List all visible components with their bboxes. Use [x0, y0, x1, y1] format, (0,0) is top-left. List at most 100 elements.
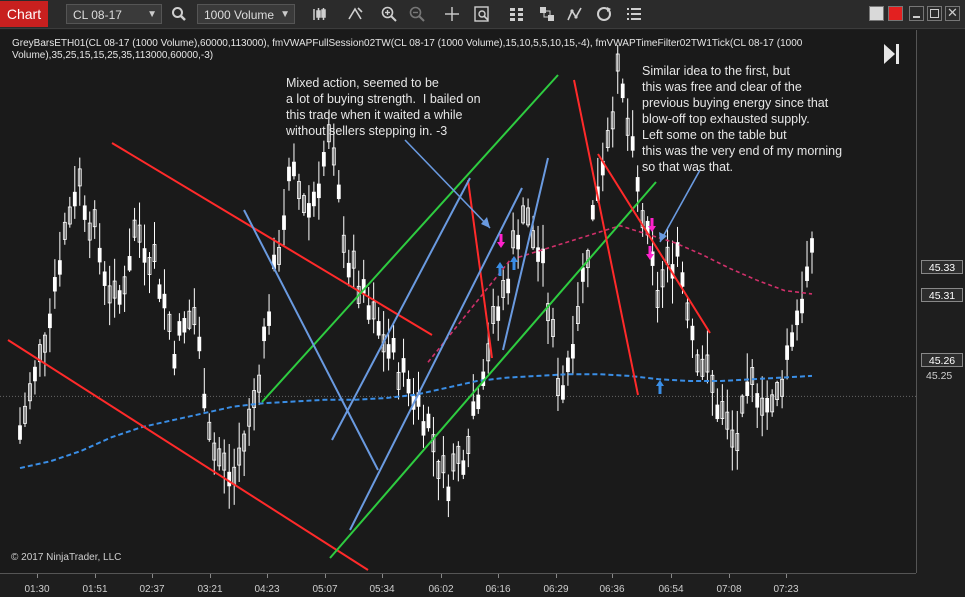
price-bar: [715, 404, 720, 420]
crosshair-icon[interactable]: [443, 5, 461, 23]
annotation-first-trade: Mixed action, seemed to be a lot of buyi…: [286, 76, 481, 138]
minimize-color-swatch-icon[interactable]: [869, 6, 884, 21]
minimize-button[interactable]: [909, 6, 924, 21]
time-tick-mark: [729, 574, 730, 578]
price-bar: [172, 353, 177, 369]
price-bar: [282, 215, 286, 230]
data-series-icon[interactable]: [346, 5, 364, 23]
time-tick-label: 05:34: [369, 584, 395, 595]
price-bar: [745, 381, 750, 397]
magnify-plus-icon[interactable]: [380, 5, 398, 23]
time-tick-mark: [37, 574, 38, 578]
trendline-red: [111, 142, 433, 336]
annotation-pointer-line: [404, 139, 491, 229]
refresh-icon[interactable]: [595, 5, 613, 23]
link-color-icon[interactable]: [888, 6, 903, 21]
chevron-down-icon: ▼: [280, 9, 290, 20]
price-bar: [177, 321, 182, 336]
time-tick-label: 07:23: [773, 584, 799, 595]
price-axis[interactable]: 45.33 45.31 45.26 45.25: [916, 30, 965, 573]
time-axis[interactable]: 01:30 01:51 02:37 03:21 04:23 05:07 05:34 06:02…: [0, 573, 916, 597]
price-bar: [506, 278, 511, 294]
time-tick-mark: [671, 574, 672, 578]
price-label-vwap-full: 45.26: [921, 353, 963, 367]
price-bar: [47, 313, 52, 329]
time-tick-label: 06:29: [543, 584, 569, 595]
price-bar: [421, 421, 426, 436]
strategies-icon[interactable]: [538, 5, 556, 23]
trendline-blue: [349, 187, 523, 531]
trendline-red: [467, 179, 493, 359]
price-bar: [142, 248, 147, 263]
time-tick-mark: [441, 574, 442, 578]
price-bar: [426, 413, 431, 429]
price-bar: [650, 251, 655, 266]
skip-to-end-icon[interactable]: [881, 42, 903, 66]
price-bar: [790, 332, 794, 347]
annotation-second-trade: Similar idea to the first, but this was …: [642, 64, 843, 174]
chevron-down-icon: ▼: [147, 9, 157, 20]
price-label-vwap-filter: 45.31: [921, 288, 963, 302]
close-button[interactable]: ✕: [945, 5, 960, 21]
vwap-full-session-line: [19, 373, 813, 470]
price-bar: [391, 337, 396, 353]
price-bar: [292, 161, 296, 177]
price-bar: [267, 311, 271, 326]
price-bar: [765, 397, 770, 413]
price-bar: [262, 326, 266, 342]
price-bar: [471, 401, 476, 416]
price-bar: [366, 305, 371, 320]
search-icon[interactable]: [170, 5, 188, 23]
properties-icon[interactable]: [625, 5, 643, 23]
indicators-icon[interactable]: [508, 5, 526, 23]
price-bar: [18, 425, 22, 440]
trendline-red: [7, 339, 369, 571]
price-bar: [805, 266, 809, 281]
price-bar: [810, 238, 814, 253]
price-bar: [401, 358, 406, 373]
chart-panel[interactable]: GreyBarsETH01(CL 08-17 (1000 Volume),600…: [0, 30, 916, 573]
price-bar: [321, 152, 326, 167]
maximize-button[interactable]: [927, 6, 942, 21]
price-bar: [97, 247, 102, 263]
drawing-tools-icon[interactable]: [566, 5, 584, 23]
price-bar: [287, 166, 291, 182]
interval-selector[interactable]: 1000 Volume ▼: [197, 4, 295, 24]
price-bar: [197, 336, 202, 352]
price-bar: [675, 242, 680, 257]
bar-style-icon[interactable]: [311, 5, 329, 23]
annotation-pointer-line: [659, 169, 701, 243]
price-bar: [33, 366, 37, 382]
annotation-pointer-arrowhead: [481, 217, 490, 228]
magnify-minus-icon[interactable]: [408, 5, 426, 23]
time-tick-mark: [556, 574, 557, 578]
price-bar: [620, 83, 625, 99]
price-bar: [227, 471, 232, 487]
price-bar: [516, 234, 521, 250]
chart-tab[interactable]: Chart: [0, 1, 48, 27]
price-bar: [162, 293, 167, 309]
price-bar: [536, 247, 540, 262]
trendline-blue: [331, 177, 471, 441]
price-bar: [571, 344, 575, 359]
time-tick-mark: [612, 574, 613, 578]
price-bar: [635, 177, 640, 192]
interval-value: 1000 Volume: [204, 8, 275, 22]
toolbar: Chart CL 08-17 ▼ 1000 Volume ▼ ✕: [0, 0, 965, 29]
price-bar: [496, 306, 501, 321]
price-bar: [82, 205, 87, 220]
time-tick-mark: [152, 574, 153, 578]
price-bar: [127, 256, 132, 271]
price-bar: [795, 310, 799, 326]
price-bar: [336, 184, 341, 200]
copyright-text: © 2017 NinjaTrader, LLC: [11, 552, 122, 563]
price-bar: [590, 205, 595, 220]
time-tick-label: 07:08: [716, 584, 742, 595]
price-bar: [117, 290, 122, 305]
price-bar: [182, 318, 187, 333]
time-tick-label: 05:07: [312, 584, 338, 595]
time-tick-mark: [498, 574, 499, 578]
price-bar: [57, 260, 62, 275]
data-box-icon[interactable]: [473, 5, 491, 23]
instrument-selector[interactable]: CL 08-17 ▼: [66, 4, 162, 24]
